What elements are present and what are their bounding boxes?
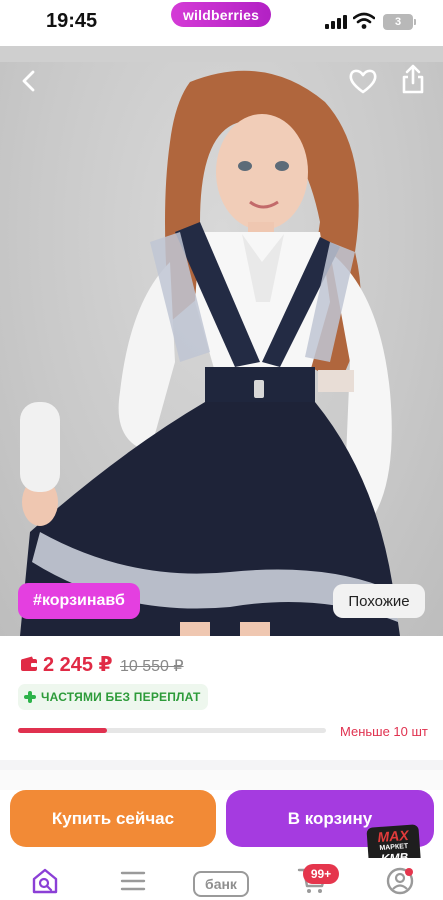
cart-count-badge: 99+ bbox=[303, 864, 339, 884]
bank-icon[interactable]: банк bbox=[193, 871, 249, 897]
stock-progress-fill bbox=[18, 728, 108, 733]
heart-icon[interactable] bbox=[346, 64, 380, 98]
wifi-icon bbox=[353, 12, 375, 29]
menu-icon[interactable] bbox=[118, 866, 148, 896]
profile-icon[interactable] bbox=[384, 866, 416, 896]
share-icon[interactable] bbox=[396, 62, 430, 96]
battery-icon: 3 bbox=[383, 14, 416, 30]
product-photo bbox=[20, 70, 400, 636]
buy-now-button[interactable]: Купить сейчас bbox=[10, 790, 216, 847]
hashtag-badge[interactable]: #корзинавб bbox=[18, 583, 140, 619]
installments-badge[interactable]: ЧАСТЯМИ БЕЗ ПЕРЕПЛАТ bbox=[18, 684, 209, 710]
next-section-edge bbox=[0, 770, 443, 790]
signal-icon bbox=[325, 15, 347, 29]
plus-icon bbox=[24, 691, 36, 703]
stock-progress bbox=[18, 728, 326, 733]
similar-button[interactable]: Похожие bbox=[333, 584, 425, 618]
back-icon[interactable] bbox=[12, 64, 46, 98]
current-price: 2 245 ₽ bbox=[43, 654, 113, 676]
wallet-icon bbox=[21, 656, 37, 671]
stock-label: Меньше 10 шт bbox=[340, 724, 428, 739]
product-image[interactable] bbox=[0, 62, 443, 636]
status-time: 19:45 bbox=[46, 10, 98, 32]
old-price: 10 550 ₽ bbox=[120, 658, 184, 675]
image-top-strip bbox=[0, 46, 443, 62]
home-search-icon[interactable] bbox=[30, 866, 60, 896]
status-bar: 19:45 wildberries 3 bbox=[0, 0, 443, 46]
brand-logo[interactable]: wildberries bbox=[171, 2, 271, 27]
installments-label: ЧАСТЯМИ БЕЗ ПЕРЕПЛАТ bbox=[41, 690, 201, 704]
section-divider bbox=[0, 760, 443, 770]
